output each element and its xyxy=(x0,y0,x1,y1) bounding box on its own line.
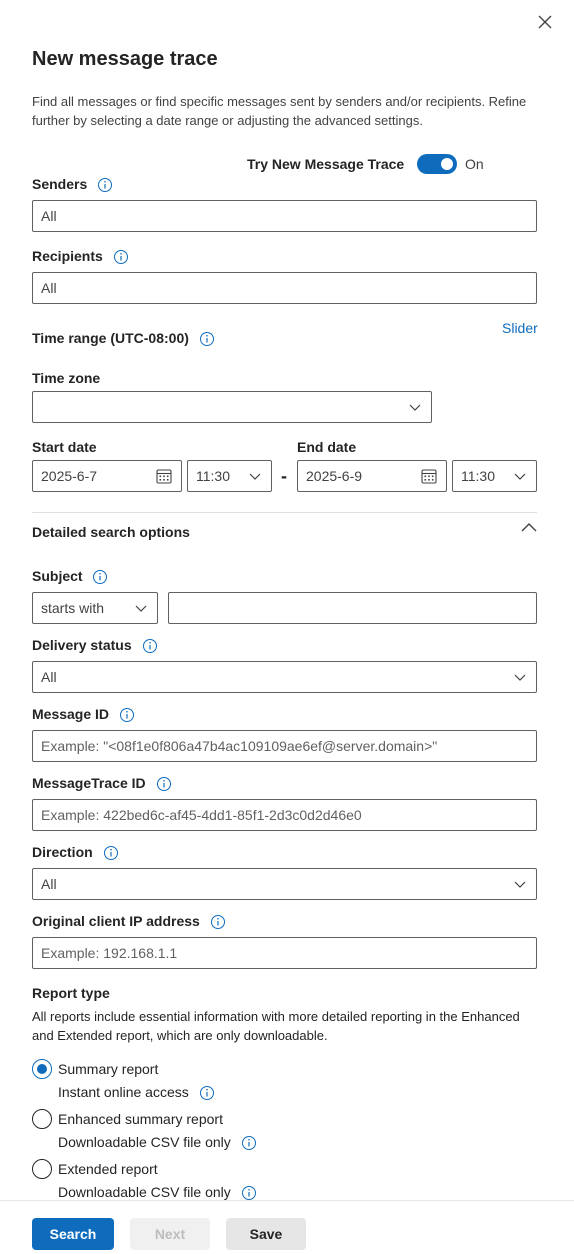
enhanced-summary-report-radio[interactable] xyxy=(32,1109,52,1129)
calendar-icon[interactable] xyxy=(420,467,438,485)
panel-title: New message trace xyxy=(32,48,218,70)
enhanced-summary-report-sub-text: Downloadable CSV file only xyxy=(58,1134,231,1150)
client-ip-placeholder: Example: 192.168.1.1 xyxy=(41,945,178,961)
enhanced-summary-report-sub: Downloadable CSV file only xyxy=(58,1134,257,1151)
chevron-down-icon xyxy=(512,669,528,685)
slider-link[interactable]: Slider xyxy=(502,320,538,336)
end-date-input[interactable]: 2025-6-9 xyxy=(297,460,447,492)
chevron-up-icon[interactable] xyxy=(520,520,538,534)
info-icon[interactable] xyxy=(97,177,113,193)
summary-report-sub: Instant online access xyxy=(58,1084,215,1101)
next-button[interactable]: Next xyxy=(130,1218,210,1250)
time-zone-label: Time zone xyxy=(32,370,101,386)
start-time-dropdown[interactable]: 11:30 xyxy=(187,460,272,492)
senders-value: All xyxy=(41,208,57,224)
subject-label-text: Subject xyxy=(32,568,83,584)
direction-label: Direction xyxy=(32,844,119,861)
toggle-knob xyxy=(441,158,453,170)
extended-report-radio[interactable] xyxy=(32,1159,52,1179)
delivery-status-label: Delivery status xyxy=(32,637,158,654)
message-id-placeholder: Example: "<08f1e0f806a47b4ac109109ae6ef@… xyxy=(41,738,438,754)
chevron-down-icon xyxy=(512,876,528,892)
enhanced-summary-report-label: Enhanced summary report xyxy=(58,1111,223,1127)
extended-report-label: Extended report xyxy=(58,1161,158,1177)
info-icon[interactable] xyxy=(210,914,226,930)
end-time-dropdown[interactable]: 11:30 xyxy=(452,460,537,492)
info-icon[interactable] xyxy=(156,776,172,792)
recipients-label: Recipients xyxy=(32,248,129,265)
info-icon[interactable] xyxy=(241,1135,257,1151)
end-time-value: 11:30 xyxy=(461,468,495,484)
end-date-value: 2025-6-9 xyxy=(306,468,363,484)
messagetrace-id-placeholder: Example: 422bed6c-af45-4dd1-85f1-2d3c0d2… xyxy=(41,807,362,823)
report-type-label: Report type xyxy=(32,985,110,1001)
subject-label: Subject xyxy=(32,568,108,585)
chevron-down-icon xyxy=(247,468,263,484)
start-time-value: 11:30 xyxy=(196,468,230,484)
subject-operator-dropdown[interactable]: starts with xyxy=(32,592,158,624)
direction-label-text: Direction xyxy=(32,844,93,860)
recipients-label-text: Recipients xyxy=(32,248,103,264)
recipients-value: All xyxy=(41,280,57,296)
end-date-label: End date xyxy=(297,439,357,455)
message-id-label: Message ID xyxy=(32,706,135,723)
client-ip-input[interactable]: Example: 192.168.1.1 xyxy=(32,937,537,969)
messagetrace-id-label-text: MessageTrace ID xyxy=(32,775,146,791)
summary-report-sub-text: Instant online access xyxy=(58,1084,189,1100)
new-trace-toggle-label: Try New Message Trace xyxy=(247,156,405,172)
message-id-label-text: Message ID xyxy=(32,706,110,722)
search-button[interactable]: Search xyxy=(32,1218,114,1250)
close-icon[interactable] xyxy=(534,11,556,33)
start-date-input[interactable]: 2025-6-7 xyxy=(32,460,182,492)
time-zone-dropdown[interactable] xyxy=(32,391,432,423)
delivery-status-label-text: Delivery status xyxy=(32,637,132,653)
message-id-input[interactable]: Example: "<08f1e0f806a47b4ac109109ae6ef@… xyxy=(32,730,537,762)
extended-report-sub: Downloadable CSV file only xyxy=(58,1184,257,1201)
time-range-label-text: Time range (UTC-08:00) xyxy=(32,330,189,346)
senders-label: Senders xyxy=(32,176,113,193)
senders-input[interactable]: All xyxy=(32,200,537,232)
info-icon[interactable] xyxy=(92,569,108,585)
save-button[interactable]: Save xyxy=(226,1218,306,1250)
time-range-label: Time range (UTC-08:00) xyxy=(32,330,215,347)
subject-input[interactable] xyxy=(168,592,537,624)
info-icon[interactable] xyxy=(119,707,135,723)
chevron-down-icon xyxy=(133,600,149,616)
info-icon[interactable] xyxy=(199,331,215,347)
chevron-down-icon xyxy=(512,468,528,484)
delivery-status-dropdown[interactable]: All xyxy=(32,661,537,693)
radio-dot xyxy=(37,1064,47,1074)
client-ip-label: Original client IP address xyxy=(32,913,226,930)
summary-report-radio[interactable] xyxy=(32,1059,52,1079)
date-range-separator: - xyxy=(281,466,287,486)
info-icon[interactable] xyxy=(113,249,129,265)
client-ip-label-text: Original client IP address xyxy=(32,913,200,929)
summary-report-label: Summary report xyxy=(58,1061,159,1077)
info-icon[interactable] xyxy=(199,1085,215,1101)
chevron-down-icon xyxy=(407,399,423,415)
info-icon[interactable] xyxy=(142,638,158,654)
new-trace-toggle[interactable] xyxy=(417,154,457,174)
start-date-label: Start date xyxy=(32,439,97,455)
calendar-icon[interactable] xyxy=(155,467,173,485)
messagetrace-id-input[interactable]: Example: 422bed6c-af45-4dd1-85f1-2d3c0d2… xyxy=(32,799,537,831)
info-icon[interactable] xyxy=(103,845,119,861)
section-divider xyxy=(32,512,537,513)
senders-label-text: Senders xyxy=(32,176,88,192)
messagetrace-id-label: MessageTrace ID xyxy=(32,775,172,792)
recipients-input[interactable]: All xyxy=(32,272,537,304)
info-icon[interactable] xyxy=(241,1185,257,1201)
direction-dropdown[interactable]: All xyxy=(32,868,537,900)
extended-report-sub-text: Downloadable CSV file only xyxy=(58,1184,231,1200)
direction-value: All xyxy=(41,876,57,892)
panel-description: Find all messages or find specific messa… xyxy=(32,94,527,128)
start-date-value: 2025-6-7 xyxy=(41,468,98,484)
toggle-state-text: On xyxy=(465,156,484,172)
subject-operator-value: starts with xyxy=(41,600,105,616)
detailed-search-options-header[interactable]: Detailed search options xyxy=(32,524,190,540)
report-type-description: All reports include essential informatio… xyxy=(32,1009,520,1043)
delivery-status-value: All xyxy=(41,669,57,685)
